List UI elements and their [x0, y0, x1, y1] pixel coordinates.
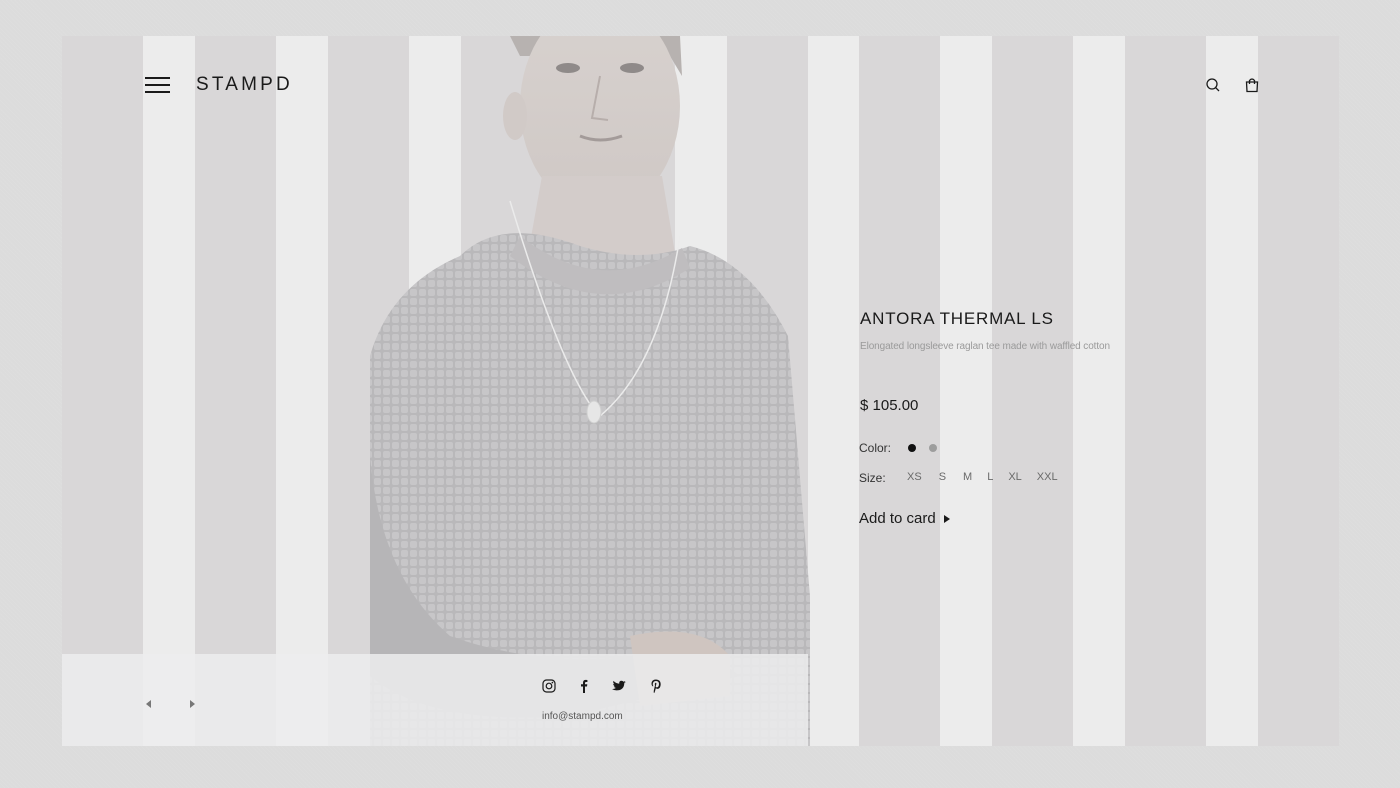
size-option-s[interactable]: S: [939, 471, 946, 483]
size-option-xl[interactable]: XL: [1008, 471, 1021, 483]
grid-column: [992, 36, 1073, 746]
size-label: Size:: [859, 471, 886, 485]
add-to-card-label: Add to card: [859, 510, 936, 527]
size-option-m[interactable]: M: [963, 471, 972, 483]
size-option-xs[interactable]: XS: [907, 471, 922, 483]
product-photo: [310, 36, 830, 746]
add-to-card-button[interactable]: Add to card: [859, 510, 950, 527]
product-price: $ 105.00: [860, 397, 919, 414]
facebook-icon[interactable]: [576, 678, 592, 694]
search-icon[interactable]: [1204, 76, 1222, 94]
size-option-xxl[interactable]: XXL: [1037, 471, 1058, 483]
grid-column: [1125, 36, 1206, 746]
color-label: Color:: [859, 441, 892, 455]
twitter-icon[interactable]: [611, 678, 627, 694]
size-option-l[interactable]: L: [987, 471, 993, 483]
grid-column: [62, 36, 143, 746]
page-background: STAMPD ANTORA THERMAL LS Elongated longs…: [0, 0, 1400, 788]
shopping-bag-icon[interactable]: [1243, 76, 1261, 94]
pinterest-icon[interactable]: [648, 678, 664, 694]
product-description: Elongated longsleeve raglan tee made wit…: [860, 341, 1110, 352]
instagram-icon[interactable]: [541, 678, 557, 694]
arrow-left-icon[interactable]: [144, 696, 154, 708]
size-options: XS S M L XL XXL: [907, 471, 1058, 483]
grid-column: [859, 36, 940, 746]
play-arrow-icon: [943, 514, 950, 523]
arrow-right-icon[interactable]: [187, 696, 197, 708]
product-title: ANTORA THERMAL LS: [860, 309, 1054, 328]
grid-column: [195, 36, 276, 746]
color-swatch-black[interactable]: [908, 444, 916, 452]
grid-column: [1258, 36, 1339, 746]
product-page-frame: STAMPD ANTORA THERMAL LS Elongated longs…: [62, 36, 1339, 746]
color-swatch-grey[interactable]: [929, 444, 937, 452]
footer-band: [62, 654, 808, 746]
hamburger-icon[interactable]: [145, 77, 170, 93]
contact-email-link[interactable]: info@stampd.com: [542, 711, 623, 722]
brand-logo[interactable]: STAMPD: [196, 74, 293, 96]
